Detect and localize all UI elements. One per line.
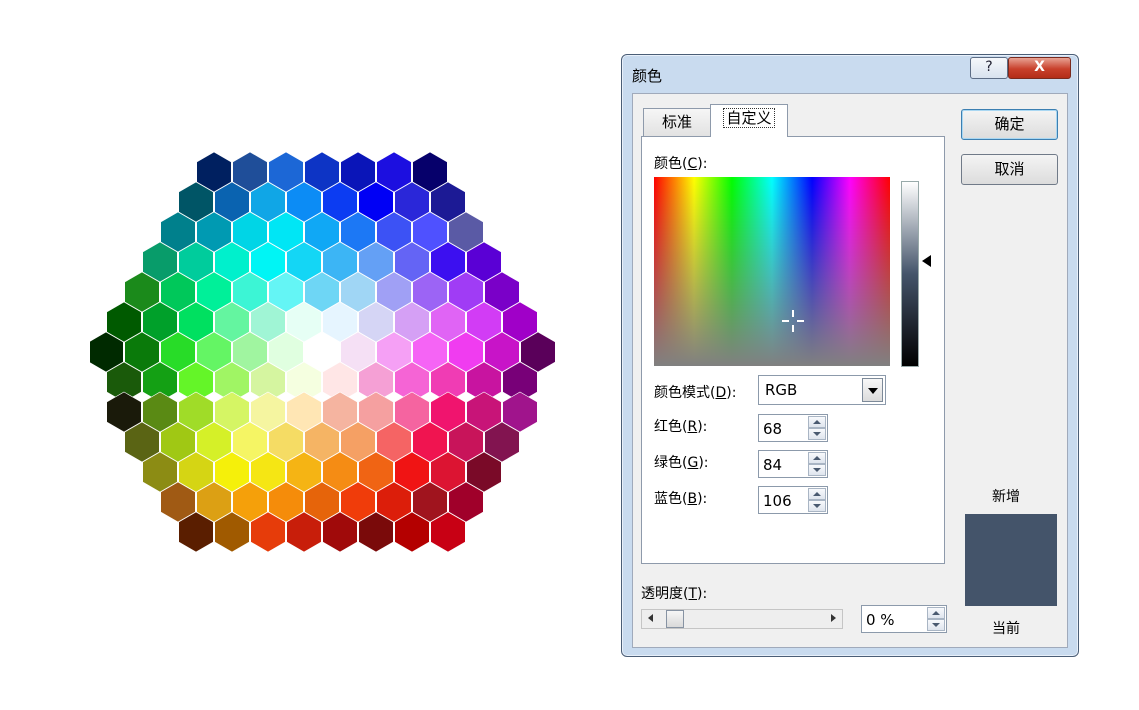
green-label: 绿色(G): (654, 455, 709, 471)
blue-value: 106 (763, 492, 792, 510)
green-up-arrow-icon[interactable] (808, 452, 826, 464)
close-button[interactable]: X (1008, 57, 1071, 79)
color-spectrum[interactable] (654, 177, 890, 366)
dialog-client-area: 标准 自定义 颜色(C): 颜色模式(D): RGB 红色(R): 68 绿色(… (632, 93, 1068, 648)
tab-custom[interactable]: 自定义 (710, 104, 788, 137)
scroll-left-arrow-icon[interactable] (648, 614, 653, 622)
green-stepper[interactable]: 84 (758, 450, 828, 478)
transparency-down-arrow-icon[interactable] (927, 619, 945, 631)
ok-button[interactable]: 确定 (961, 109, 1058, 140)
green-value: 84 (763, 456, 783, 474)
luminance-arrow-icon[interactable] (922, 255, 931, 267)
scroll-right-arrow-icon[interactable] (831, 614, 836, 622)
chevron-down-icon[interactable] (862, 378, 883, 402)
red-value: 68 (763, 420, 783, 438)
color-model-select[interactable]: RGB (758, 375, 886, 405)
transparency-label: 透明度(T): (641, 586, 708, 602)
green-down-arrow-icon[interactable] (808, 464, 826, 476)
transparency-up-arrow-icon[interactable] (927, 607, 945, 619)
red-up-arrow-icon[interactable] (808, 416, 826, 428)
current-color-swatch (965, 560, 1057, 606)
red-down-arrow-icon[interactable] (808, 428, 826, 440)
color-dialog: 颜色 ? X 标准 自定义 颜色(C): 颜色模式(D): RGB 红色(R):… (621, 54, 1079, 657)
blue-stepper[interactable]: 106 (758, 486, 828, 514)
custom-panel: 颜色(C): 颜色模式(D): RGB 红色(R): 68 绿色(G): 84 … (641, 136, 945, 564)
title-bar: 颜色 ? X (622, 55, 1078, 93)
transparency-slider[interactable] (641, 609, 843, 629)
transparency-value: 0 % (866, 611, 895, 629)
new-color-label: 新增 (992, 489, 1020, 505)
color-model-label: 颜色模式(D): (654, 385, 737, 401)
tab-standard-label: 标准 (661, 113, 692, 131)
red-label: 红色(R): (654, 419, 708, 435)
current-color-label: 当前 (992, 621, 1020, 637)
crosshair-cursor-icon (782, 310, 804, 332)
luminance-slider[interactable] (901, 181, 919, 367)
blue-label: 蓝色(B): (654, 491, 708, 507)
blue-down-arrow-icon[interactable] (808, 500, 826, 512)
cancel-button[interactable]: 取消 (961, 154, 1058, 185)
tab-custom-label: 自定义 (723, 108, 775, 128)
colors-label: 颜色(C): (654, 156, 708, 172)
color-model-value: RGB (765, 381, 798, 399)
transparency-slider-thumb[interactable] (666, 610, 684, 628)
hex-color-palette[interactable] (90, 150, 555, 560)
dialog-title: 颜色 (632, 67, 663, 85)
help-button[interactable]: ? (970, 57, 1008, 79)
transparency-stepper[interactable]: 0 % (861, 605, 947, 633)
new-color-swatch (965, 514, 1057, 560)
tab-standard[interactable]: 标准 (643, 108, 711, 136)
red-stepper[interactable]: 68 (758, 414, 828, 442)
blue-up-arrow-icon[interactable] (808, 488, 826, 500)
